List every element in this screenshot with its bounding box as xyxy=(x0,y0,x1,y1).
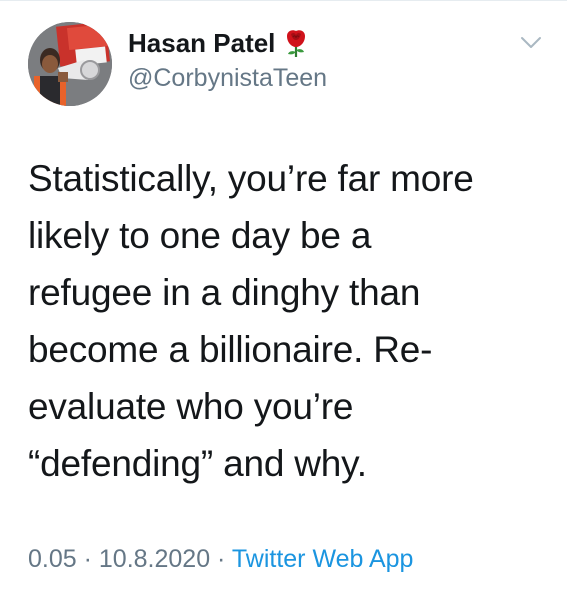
tweet-header: Hasan Patel @CorbynistaTeen xyxy=(28,20,548,108)
tweet-time[interactable]: 0.05 xyxy=(28,545,77,573)
tweet-text: Statistically, you’re far more likely to… xyxy=(28,158,474,484)
meta-separator-2: · xyxy=(210,545,232,573)
author-handle[interactable]: @CorbynistaTeen xyxy=(128,64,488,93)
tweet-date[interactable]: 10.8.2020 xyxy=(99,545,210,573)
display-name[interactable]: Hasan Patel xyxy=(128,28,275,59)
rose-icon xyxy=(283,28,309,58)
chevron-down-icon[interactable] xyxy=(520,36,542,50)
tweet-meta: 0.05 · 10.8.2020 · Twitter Web App xyxy=(28,545,413,574)
meta-separator: · xyxy=(76,545,99,573)
author-names: Hasan Patel @CorbynistaTeen xyxy=(128,26,488,93)
display-name-row: Hasan Patel xyxy=(128,26,488,60)
avatar[interactable] xyxy=(28,22,112,106)
avatar-image xyxy=(28,22,112,106)
tweet-card: Hasan Patel @CorbynistaTeen Statisticall… xyxy=(0,0,567,600)
tweet-source-link[interactable]: Twitter Web App xyxy=(232,545,414,573)
top-divider xyxy=(0,0,567,1)
